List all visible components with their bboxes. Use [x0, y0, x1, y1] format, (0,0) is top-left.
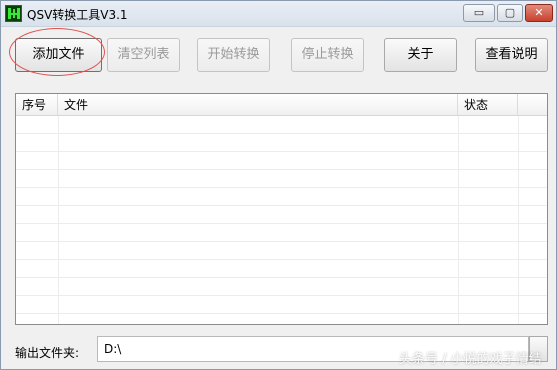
close-button[interactable]: ✕	[525, 4, 553, 22]
add-files-button[interactable]: 添加文件	[15, 38, 102, 72]
list-row-empty	[16, 170, 547, 188]
title-bar[interactable]: QSV转换工具V3.1 ▭ ▢ ✕	[1, 1, 556, 27]
column-divider	[458, 116, 459, 324]
column-header-file[interactable]: 文件	[58, 94, 458, 116]
clear-list-button[interactable]: 清空列表	[107, 38, 180, 72]
close-icon: ✕	[534, 6, 544, 19]
watermark-text: 头条号 / 小悦的戏子情结	[399, 352, 542, 367]
file-list-rows	[16, 116, 547, 324]
list-row-empty	[16, 206, 547, 224]
list-row-empty	[16, 278, 547, 296]
minimize-icon: ▭	[473, 6, 485, 19]
minimize-button[interactable]: ▭	[463, 4, 495, 22]
list-row-empty	[16, 188, 547, 206]
list-row-empty	[16, 116, 547, 134]
stop-convert-button[interactable]: 停止转换	[291, 38, 364, 72]
list-row-empty	[16, 260, 547, 278]
list-row-empty	[16, 134, 547, 152]
list-row-empty	[16, 224, 547, 242]
app-icon	[5, 5, 22, 22]
window-title: QSV转换工具V3.1	[27, 8, 128, 22]
maximize-icon: ▢	[504, 6, 516, 19]
column-divider	[518, 116, 519, 324]
app-window: QSV转换工具V3.1 ▭ ▢ ✕ 添加文件 清空列表 开始转换 停止转换 关于…	[0, 0, 557, 370]
column-header-index[interactable]: 序号	[16, 94, 58, 116]
list-row-empty	[16, 296, 547, 314]
output-folder-label: 输出文件夹:	[15, 346, 80, 360]
file-list-header: 序号 文件 状态	[16, 94, 547, 116]
list-row-empty	[16, 242, 547, 260]
column-header-status[interactable]: 状态	[458, 94, 518, 116]
maximize-button[interactable]: ▢	[497, 4, 523, 22]
column-divider	[58, 116, 59, 324]
file-list[interactable]: 序号 文件 状态	[15, 93, 548, 325]
start-convert-button[interactable]: 开始转换	[197, 38, 270, 72]
list-row-empty	[16, 152, 547, 170]
about-button[interactable]: 关于	[384, 38, 457, 72]
view-help-button[interactable]: 查看说明	[475, 38, 548, 72]
